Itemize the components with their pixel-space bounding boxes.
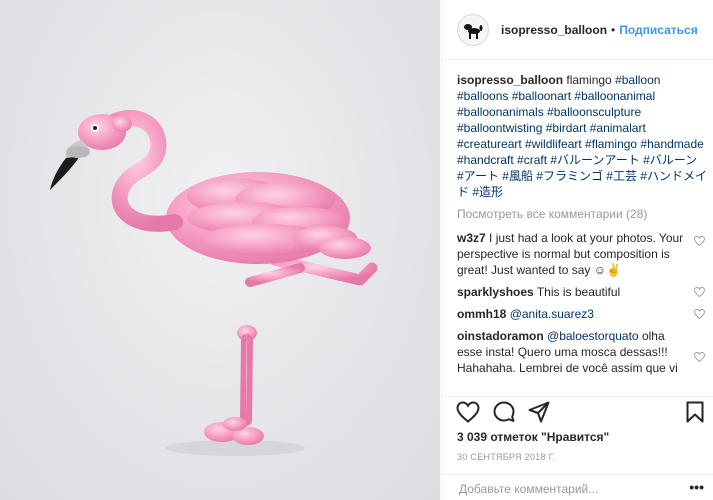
more-options-icon[interactable]: ••• bbox=[689, 479, 704, 495]
comment-mention[interactable]: @anita.suarez3 bbox=[510, 307, 594, 321]
caption: isopresso_balloon flamingo #balloon #bal… bbox=[457, 72, 707, 200]
balloon-dog-icon bbox=[464, 23, 483, 39]
share-icon[interactable] bbox=[528, 401, 550, 426]
avatar[interactable] bbox=[457, 13, 489, 46]
comment-like-icon[interactable] bbox=[694, 307, 705, 323]
comment-like-icon[interactable] bbox=[694, 285, 705, 301]
comments-list[interactable]: isopresso_balloon flamingo #balloon #bal… bbox=[457, 72, 707, 390]
comment-username[interactable]: ommh18 bbox=[457, 307, 506, 321]
flamingo-balloon-image bbox=[50, 109, 378, 456]
comment-item: oinstadoramon @baloestorquato olha esse … bbox=[457, 328, 707, 376]
post-header: isopresso_balloon • Подписаться bbox=[442, 0, 713, 60]
comment-icon[interactable] bbox=[493, 401, 515, 426]
comment-item: ommh18 @anita.suarez3 bbox=[457, 306, 707, 322]
comment-text: I just had a look at your photos. Your p… bbox=[457, 231, 684, 277]
comment-like-icon[interactable] bbox=[694, 350, 705, 366]
comment-like-icon[interactable] bbox=[694, 234, 705, 250]
follow-button[interactable]: Подписаться bbox=[619, 23, 697, 37]
comment-username[interactable]: w3z7 bbox=[457, 231, 486, 245]
instagram-post: isopresso_balloon • Подписаться isopress… bbox=[0, 0, 713, 500]
header-username[interactable]: isopresso_balloon bbox=[501, 23, 607, 37]
post-image[interactable] bbox=[0, 0, 440, 500]
post-sidebar: isopresso_balloon • Подписаться isopress… bbox=[441, 0, 713, 500]
comment-text: This is beautiful bbox=[536, 285, 621, 299]
comment-username[interactable]: sparklyshoes bbox=[457, 285, 534, 299]
comment-username[interactable]: oinstadoramon bbox=[457, 329, 544, 343]
action-bar bbox=[442, 396, 713, 426]
bookmark-icon[interactable] bbox=[686, 401, 704, 426]
view-all-comments-link[interactable]: Посмотреть все комментарии (28) bbox=[457, 206, 707, 222]
post-date: 30 СЕНТЯБРЯ 2018 Г. bbox=[457, 452, 556, 462]
comment-item: w3z7 I just had a look at your photos. Y… bbox=[457, 230, 707, 278]
comment-item: sparklyshoes This is beautiful bbox=[457, 284, 707, 300]
caption-text: flamingo bbox=[566, 73, 612, 87]
comment-mention[interactable]: @baloestorquato bbox=[547, 329, 639, 343]
caption-username[interactable]: isopresso_balloon bbox=[457, 73, 563, 87]
separator-dot: • bbox=[611, 22, 616, 37]
likes-count[interactable]: 3 039 отметок "Нравится" bbox=[457, 430, 609, 444]
caption-hashtags[interactable]: #balloon #balloons #balloonart #balloona… bbox=[457, 73, 707, 199]
heart-icon[interactable] bbox=[456, 401, 480, 426]
add-comment-bar: ••• bbox=[442, 474, 713, 500]
add-comment-input[interactable] bbox=[457, 481, 681, 497]
